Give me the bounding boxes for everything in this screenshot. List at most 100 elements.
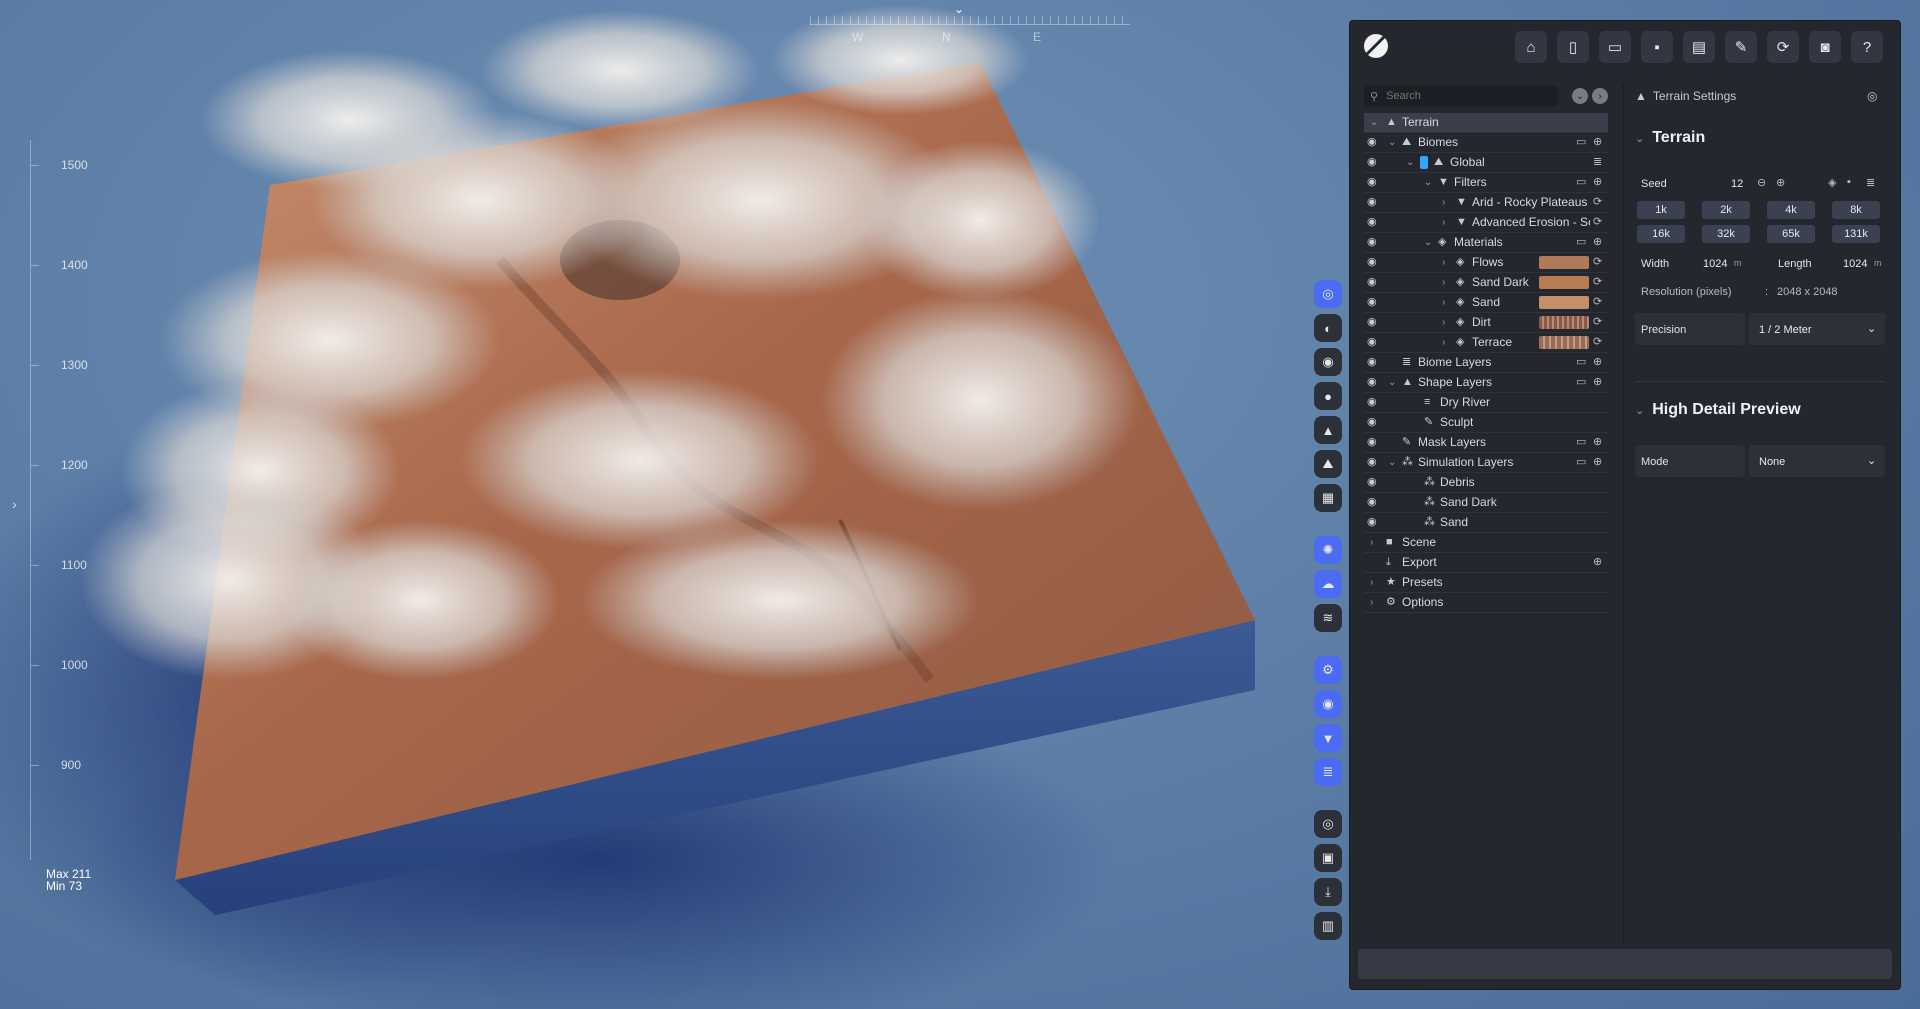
chevron-right-icon[interactable]: › [1442, 253, 1445, 272]
folder-icon[interactable]: ▭ [1576, 173, 1586, 192]
add-icon[interactable]: ⊕ [1593, 233, 1602, 252]
help-button[interactable]: ? [1851, 31, 1883, 63]
tree-item-sand[interactable]: ◉ › ◈ Sand ⟳ [1364, 293, 1608, 313]
eye-icon[interactable]: ◉ [1367, 213, 1377, 232]
save-button[interactable]: ▪ [1641, 31, 1673, 63]
collapse-all-button[interactable]: ⌄ [1572, 88, 1588, 104]
new-file-button[interactable]: ▯ [1557, 31, 1589, 63]
tree-item-sim-sand[interactable]: ◉ ⁂ Sand [1364, 513, 1608, 533]
eye-icon[interactable]: ◉ [1367, 333, 1377, 352]
tree-item-terrace[interactable]: ◉ › ◈ Terrace ⟳ [1364, 333, 1608, 353]
search-box[interactable]: ⚲ [1364, 85, 1558, 107]
refresh-button[interactable]: ⟳ [1767, 31, 1799, 63]
eye-icon[interactable]: ◉ [1367, 193, 1377, 212]
settings-gears-button[interactable]: ⚙ [1314, 656, 1342, 684]
chevron-right-icon[interactable]: › [1442, 293, 1445, 312]
seed-increment-icon[interactable]: ⊕ [1776, 176, 1785, 189]
width-input[interactable]: 1024 [1703, 258, 1727, 270]
add-icon[interactable]: ⊕ [1593, 453, 1602, 472]
tree-item-simulation-layers[interactable]: ◉ ⌄ ⁂ Simulation Layers ▭ ⊕ [1364, 453, 1608, 473]
refresh-icon[interactable]: ⟳ [1593, 293, 1602, 312]
res-chip-131k[interactable]: 131k [1832, 225, 1880, 243]
open-folder-button[interactable]: ▭ [1599, 31, 1631, 63]
high-detail-preview-header[interactable]: ⌄ High Detail Preview [1635, 401, 1801, 419]
tree-item-sculpt[interactable]: ◉ ✎ Sculpt [1364, 413, 1608, 433]
eye-icon[interactable]: ◉ [1367, 493, 1377, 512]
tree-item-dry-river[interactable]: ◉ ≡ Dry River [1364, 393, 1608, 413]
folder-icon[interactable]: ▭ [1576, 133, 1586, 152]
eye-icon[interactable]: ◉ [1367, 433, 1377, 452]
tree-item-mask-layers[interactable]: ◉ ✎ Mask Layers ▭ ⊕ [1364, 433, 1608, 453]
res-chip-4k[interactable]: 4k [1767, 201, 1815, 219]
material-view-button[interactable]: ◐ [1314, 314, 1342, 342]
refresh-icon[interactable]: ⟳ [1593, 253, 1602, 272]
res-chip-8k[interactable]: 8k [1832, 201, 1880, 219]
landscape-view-button[interactable]: ⛰ [1314, 450, 1342, 478]
eye-icon[interactable]: ◉ [1367, 393, 1377, 412]
search-input[interactable] [1384, 89, 1549, 103]
terrain-section-header[interactable]: ⌄ Terrain [1635, 129, 1705, 147]
chevron-down-icon[interactable]: ⌄ [1424, 173, 1432, 192]
screenshot-button[interactable]: ◙ [1809, 31, 1841, 63]
eye-icon[interactable]: ◉ [1367, 173, 1377, 192]
sun-button[interactable]: ✺ [1314, 536, 1342, 564]
database-icon[interactable]: ≣ [1866, 176, 1875, 189]
folder-icon[interactable]: ▭ [1576, 433, 1586, 452]
length-input[interactable]: 1024 [1843, 258, 1867, 270]
folder-icon[interactable]: ▭ [1576, 353, 1586, 372]
chevron-down-icon[interactable]: ⌄ [1370, 113, 1378, 132]
eye-icon[interactable]: ◉ [1367, 233, 1377, 252]
tree-item-shape-layers[interactable]: ◉ ⌄ ▲ Shape Layers ▭ ⊕ [1364, 373, 1608, 393]
add-icon[interactable]: ⊕ [1593, 553, 1602, 572]
tree-item-export[interactable]: ⤓ Export ⊕ [1364, 553, 1608, 573]
eye-icon[interactable]: ◉ [1367, 313, 1377, 332]
chevron-down-icon[interactable]: ⌄ [1388, 453, 1396, 472]
folder-icon[interactable]: ▭ [1576, 233, 1586, 252]
terrain-view-button[interactable]: ◎ [1314, 280, 1342, 308]
download-button[interactable]: ⤓ [1314, 878, 1342, 906]
material-swatch[interactable] [1539, 256, 1589, 269]
eye-icon[interactable]: ◉ [1367, 253, 1377, 272]
grid-view-button[interactable]: ▦ [1314, 484, 1342, 512]
chevron-down-icon[interactable]: ⌄ [1406, 153, 1414, 172]
eye-icon[interactable]: ◉ [1367, 513, 1377, 532]
save-icon[interactable]: ▪ [1847, 176, 1851, 188]
home-button[interactable]: ⌂ [1515, 31, 1547, 63]
viewport[interactable]: ⌄ W N E 1500 1400 1300 1200 1100 1000 90… [0, 0, 1340, 1009]
chevron-down-icon[interactable]: ⌄ [1388, 373, 1396, 392]
refresh-icon[interactable]: ⟳ [1593, 273, 1602, 292]
chevron-right-icon[interactable]: › [1442, 313, 1445, 332]
eye-icon[interactable]: ◉ [1367, 273, 1377, 292]
chevron-right-icon[interactable]: › [1442, 193, 1445, 212]
tree-item-filters[interactable]: ◉ ⌄ ▼ Filters ▭ ⊕ [1364, 173, 1608, 193]
tree-item-flows[interactable]: ◉ › ◈ Flows ⟳ [1364, 253, 1608, 273]
tree-item-advanced-erosion[interactable]: ◉ › ▼ Advanced Erosion - Sc ⟳ [1364, 213, 1608, 233]
fog-button[interactable]: ≋ [1314, 604, 1342, 632]
tree-item-presets[interactable]: › ★ Presets [1364, 573, 1608, 593]
material-swatch[interactable] [1539, 316, 1589, 329]
tree-item-scene[interactable]: › ■ Scene [1364, 533, 1608, 553]
refresh-icon[interactable]: ⟳ [1593, 193, 1602, 212]
eye-icon[interactable]: ◉ [1367, 353, 1377, 372]
material-swatch[interactable] [1539, 296, 1589, 309]
save-as-button[interactable]: ▤ [1683, 31, 1715, 63]
image-button[interactable]: ▣ [1314, 844, 1342, 872]
res-chip-65k[interactable]: 65k [1767, 225, 1815, 243]
chevron-right-icon[interactable]: › [1442, 273, 1445, 292]
tree-item-sand-dark[interactable]: ◉ › ◈ Sand Dark ⟳ [1364, 273, 1608, 293]
chevron-down-icon[interactable]: ⌄ [1388, 133, 1396, 152]
res-chip-2k[interactable]: 2k [1702, 201, 1750, 219]
record-button[interactable]: ◎ [1314, 810, 1342, 838]
chevron-right-icon[interactable]: › [1442, 213, 1445, 232]
layers-button[interactable]: ≣ [1314, 758, 1342, 786]
heightmap-view-button[interactable]: ◉ [1314, 348, 1342, 376]
tree-item-global[interactable]: ◉ ⌄ ⛰ Global ≣ [1364, 153, 1608, 173]
tree-item-materials[interactable]: ◉ ⌄ ◈ Materials ▭ ⊕ [1364, 233, 1608, 253]
eye-icon[interactable]: ◉ [1367, 373, 1377, 392]
layers-icon[interactable]: ≣ [1593, 153, 1602, 172]
chevron-right-icon[interactable]: › [1370, 533, 1373, 552]
material-swatch[interactable] [1539, 336, 1589, 349]
expand-all-button[interactable]: › [1592, 88, 1608, 104]
expand-left-icon[interactable]: › [12, 496, 17, 512]
folder-icon[interactable]: ▭ [1576, 373, 1586, 392]
